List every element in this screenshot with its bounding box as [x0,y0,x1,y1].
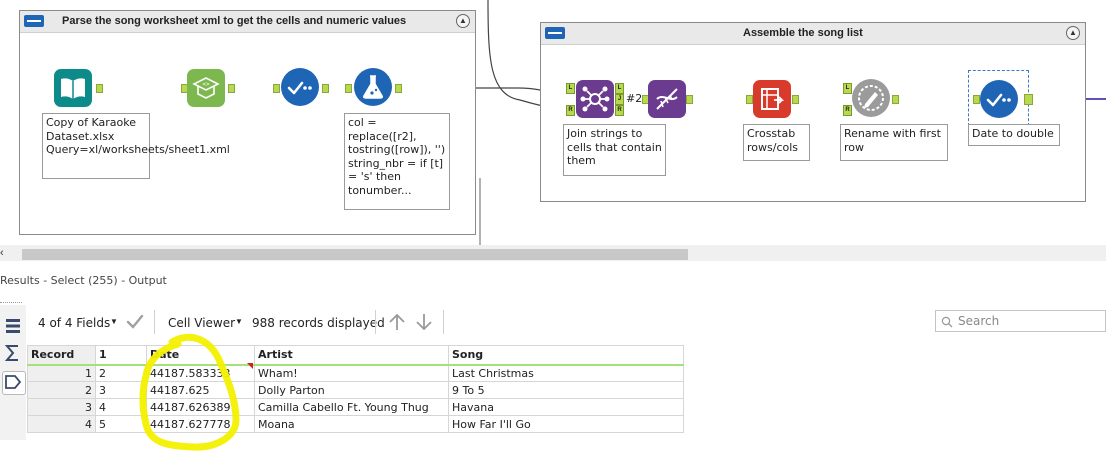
scroll-left-icon[interactable]: ‹ [0,247,4,259]
rename-left-input-anchor[interactable]: L [843,83,852,94]
input-data-tool[interactable] [54,69,92,107]
results-table[interactable]: Record 1 Date Artist Song 1 2 44187.5833… [27,345,684,433]
column-header-song[interactable]: Song [448,345,684,366]
table-cell[interactable]: Moana [254,415,449,433]
container-toggle-icon[interactable] [24,15,44,27]
date-annotation: Date to double [968,124,1060,146]
metadata-tag-icon[interactable] [2,371,26,395]
record-cell: 3 [27,398,96,416]
arrow-down-icon[interactable] [415,312,433,335]
join-right-output-anchor[interactable]: R [615,105,624,116]
summary-sigma-icon[interactable] [2,342,24,364]
table-cell[interactable]: 9 To 5 [448,381,684,399]
container-header[interactable]: Assemble the song list ▲ [541,23,1085,45]
rename-right-input-anchor[interactable]: R [843,105,852,116]
select-tool[interactable] [281,68,319,106]
formula-tool[interactable] [354,68,392,106]
column-header-record[interactable]: Record [27,345,96,366]
output-anchor[interactable] [228,84,235,93]
table-row[interactable]: 4 5 44187.627778 Moana How Far I'll Go [27,415,684,433]
table-row[interactable]: 2 3 44187.625 Dolly Parton 9 To 5 [27,381,684,399]
results-side-toolbar [0,305,26,440]
search-icon [941,316,953,331]
output-anchor[interactable] [892,95,899,104]
table-cell[interactable]: Wham! [254,364,449,382]
record-cell: 2 [27,381,96,399]
toolbar-divider [443,310,444,334]
output-anchor[interactable] [1024,94,1033,105]
join-output-badge: #2 [626,92,643,105]
chevron-down-icon[interactable]: ▼ [110,317,118,326]
records-count: 988 records displayed [252,316,385,330]
chevron-down-icon[interactable]: ▼ [235,317,243,326]
svg-text:<>: <> [202,81,210,88]
formula-annotation: col = replace([r2], tostring([row]), '')… [344,113,450,210]
column-header-artist[interactable]: Artist [254,345,449,366]
dna-icon [656,88,678,110]
output-anchor[interactable] [395,84,402,93]
parse-icon: <> [192,77,220,99]
output-anchor[interactable] [792,95,799,104]
crosstab-tool[interactable] [753,80,791,118]
output-anchor[interactable] [686,95,693,104]
rename-annotation: Rename with first row [840,124,948,161]
join-tool[interactable] [576,80,614,118]
container-title: Assemble the song list [743,27,863,39]
select-check-icon [287,81,312,95]
results-title: Results - Select (255) - Output [0,274,167,287]
join-left-input-anchor[interactable]: L [566,83,575,94]
select-tool-selected[interactable] [980,80,1018,118]
container-toggle-icon[interactable] [545,27,565,39]
output-anchor[interactable] [96,84,103,93]
input-anchor[interactable] [746,95,753,104]
arrow-up-icon[interactable] [388,312,406,335]
join-right-input-anchor[interactable]: R [566,105,575,116]
record-cell: 4 [27,415,96,433]
collapse-icon[interactable]: ▲ [1066,26,1080,40]
search-placeholder: Search [958,314,1000,328]
toolbar-divider [375,310,376,334]
scrollbar-thumb[interactable] [22,249,688,260]
table-cell[interactable]: Last Christmas [448,364,684,382]
container-header[interactable]: Parse the song worksheet xml to get the … [20,11,475,33]
input-anchor[interactable] [345,84,352,93]
input-book-icon [61,78,85,99]
table-row[interactable]: 1 2 44187.583333 Wham! Last Christmas [27,364,684,382]
collapse-icon[interactable]: ▲ [456,14,470,28]
table-view-icon[interactable] [2,315,24,337]
table-cell[interactable]: Dolly Parton [254,381,449,399]
search-input[interactable]: Search [935,310,1106,332]
join-annotation: Join strings to cells that contain them [563,124,666,176]
fields-selector[interactable]: 4 of 4 Fields [38,316,110,330]
input-annotation: Copy of Karaoke Dataset.xlsx Query=xl/wo… [42,113,230,179]
join-join-output-anchor[interactable]: J [615,94,624,105]
join-icon [580,86,610,112]
dynamic-rename-tool[interactable] [852,79,890,117]
crosstab-annotation: Crosstab rows/cols [743,124,810,161]
table-header-row: Record 1 Date Artist Song [27,345,684,366]
table-cell[interactable]: How Far I'll Go [448,415,684,433]
date-highlight-annotation [139,333,240,451]
join-left-output-anchor[interactable]: L [615,83,624,94]
dna-tool[interactable] [648,80,686,118]
input-anchor[interactable] [973,95,980,104]
record-cell: 1 [27,364,96,382]
dynamic-rename-icon [858,85,884,111]
crosstab-icon [761,88,785,110]
table-cell[interactable]: Havana [448,398,684,416]
output-anchor[interactable] [322,84,329,93]
table-row[interactable]: 3 4 44187.626389 Camilla Cabello Ft. You… [27,398,684,416]
table-cell[interactable]: Camilla Cabello Ft. Young Thug [254,398,449,416]
xml-parse-tool[interactable]: <> [187,69,225,107]
input-anchor[interactable] [273,84,280,93]
formula-flask-icon [363,75,383,99]
workflow-canvas[interactable]: Parse the song worksheet xml to get the … [0,0,1106,245]
container-title: Parse the song worksheet xml to get the … [62,15,407,27]
select-check-icon [986,93,1011,107]
